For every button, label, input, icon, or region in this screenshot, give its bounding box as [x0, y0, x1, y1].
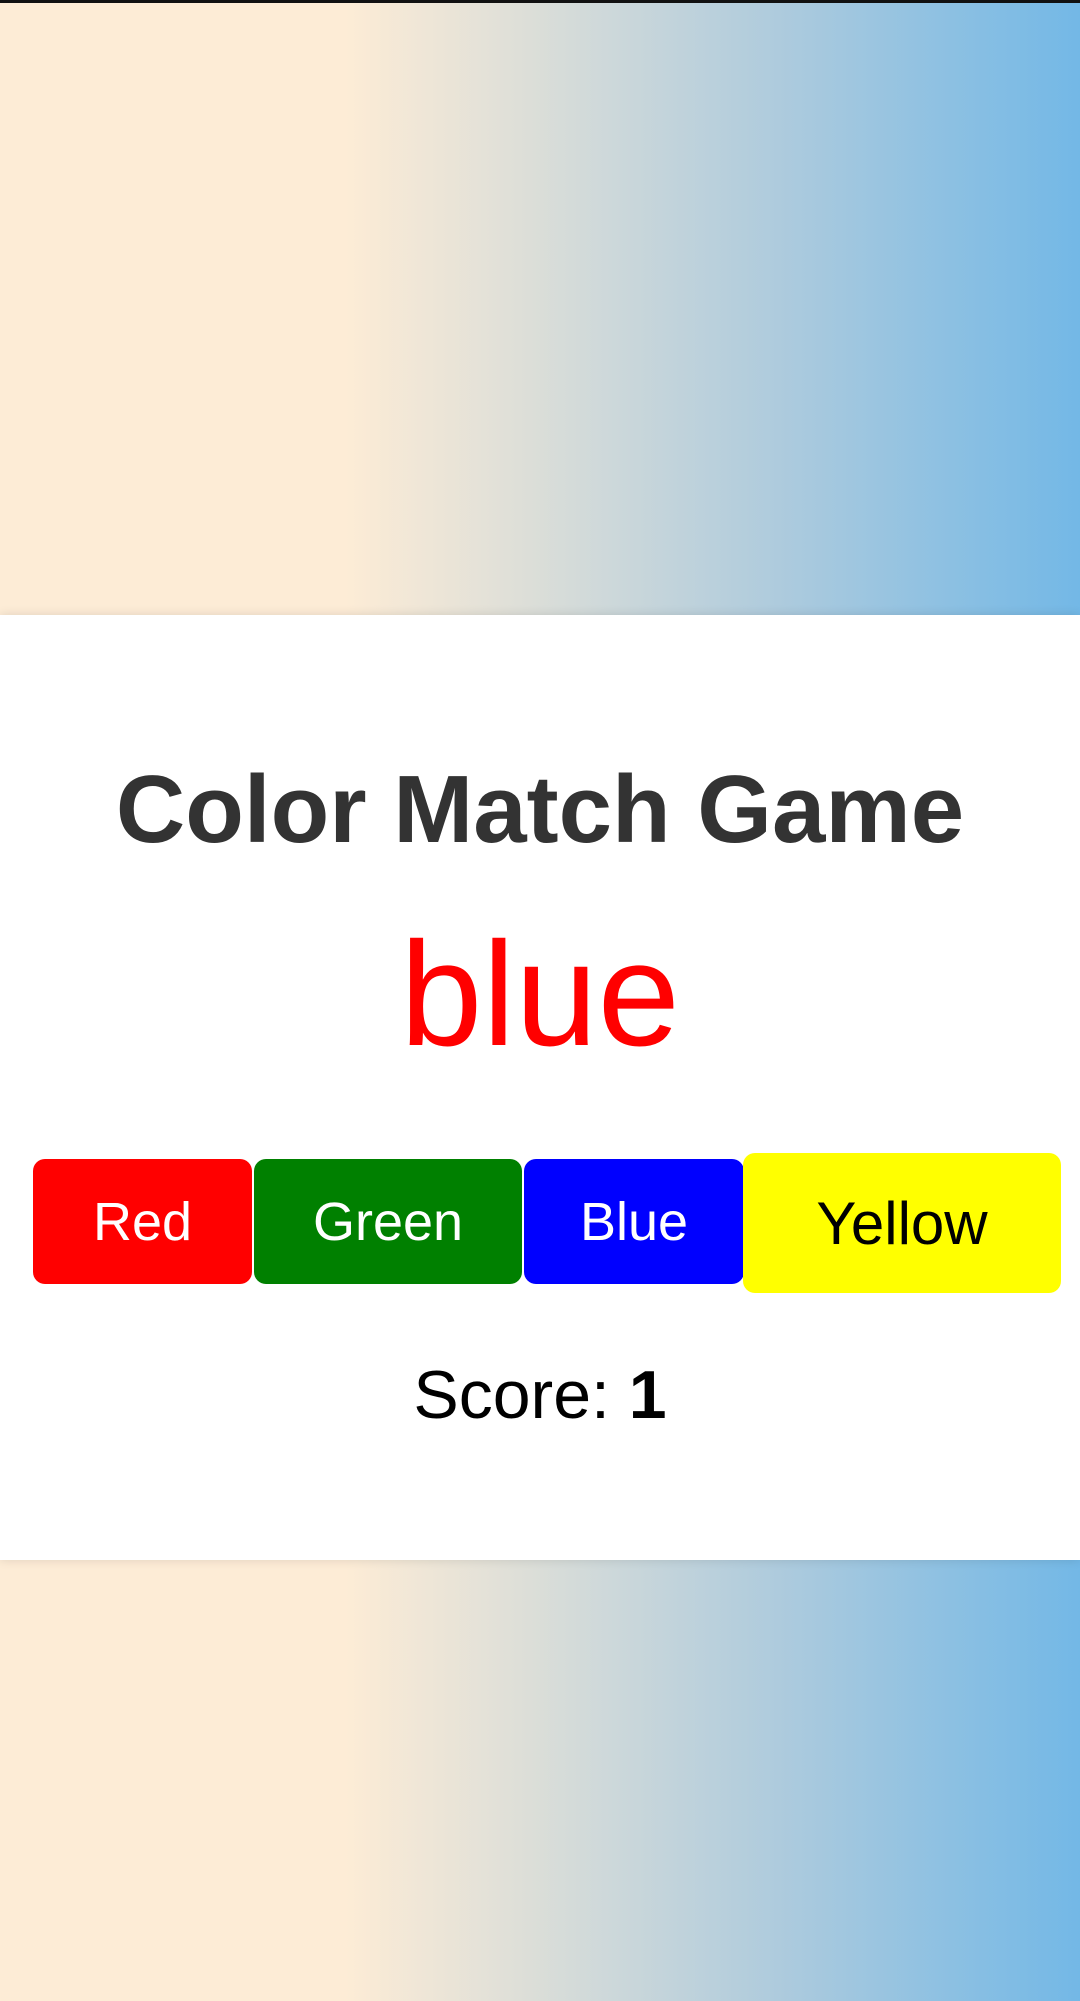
color-choice-buttons: Red Green Blue Yellow [33, 1138, 1061, 1293]
score-label: Score: [413, 1357, 629, 1433]
game-card: Color Match Game blue Red Green Blue Yel… [0, 615, 1080, 1560]
score-value: 1 [628, 1357, 667, 1433]
game-title: Color Match Game [115, 756, 965, 863]
red-button[interactable]: Red [33, 1159, 252, 1284]
score-display: Score: 1 [0, 1350, 1080, 1440]
yellow-button[interactable]: Yellow [743, 1153, 1061, 1293]
green-button[interactable]: Green [254, 1159, 522, 1284]
status-bar-line [0, 0, 1080, 3]
target-color-word: blue [400, 912, 680, 1077]
blue-button[interactable]: Blue [524, 1159, 744, 1284]
